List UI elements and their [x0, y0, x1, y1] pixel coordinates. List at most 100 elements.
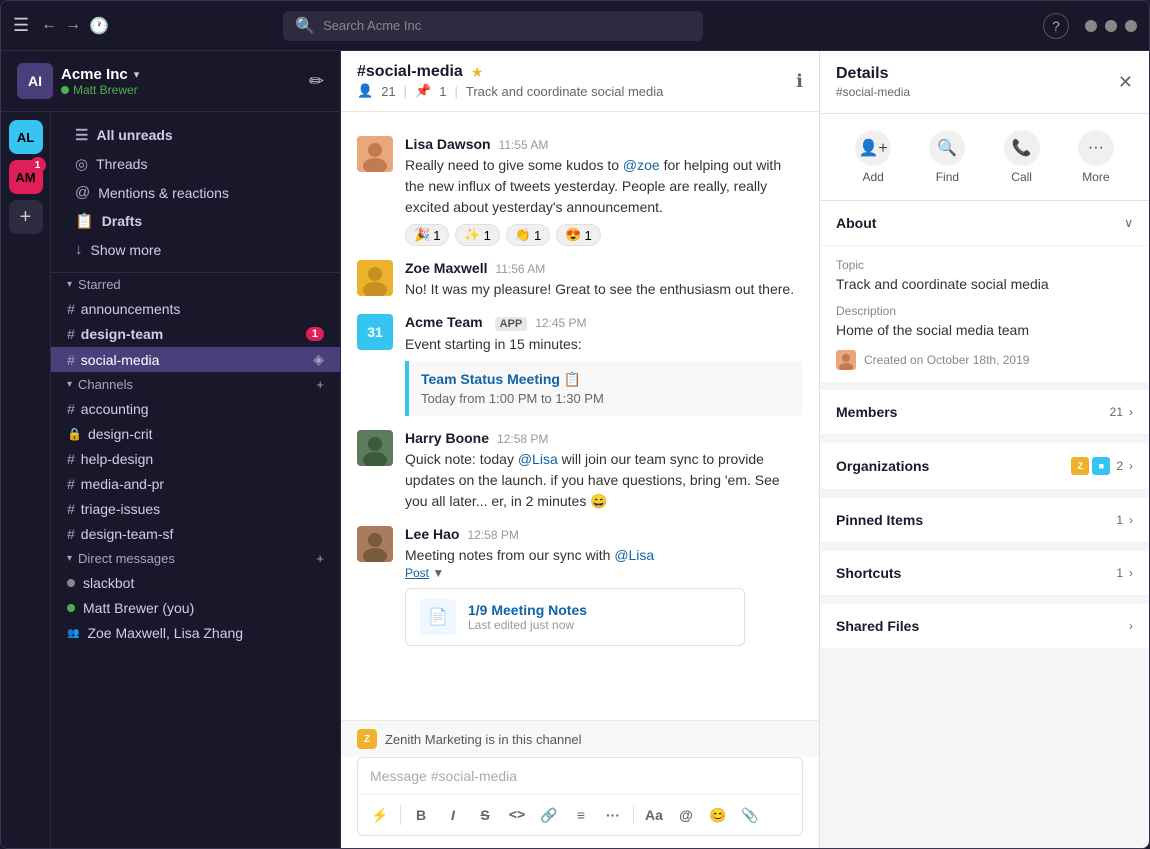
message-item: Harry Boone 12:58 PM Quick note: today @… [341, 424, 819, 518]
help-button[interactable]: ? [1043, 13, 1069, 39]
channel-item-triage-issues[interactable]: # triage-issues [51, 497, 340, 521]
add-dm-button[interactable]: + [316, 551, 324, 566]
find-button[interactable]: 🔍 Find [929, 130, 965, 184]
event-link[interactable]: Team Status Meeting 📋 [421, 371, 581, 387]
add-workspace-button[interactable]: + [9, 200, 43, 234]
add-channel-button[interactable]: + [316, 377, 324, 392]
call-button[interactable]: 📞 Call [1004, 130, 1040, 184]
dm-item-matt[interactable]: Matt Brewer (you) [51, 596, 340, 620]
search-input[interactable] [323, 18, 691, 33]
bold-button[interactable]: B [407, 801, 435, 829]
link-button[interactable]: 🔗 [535, 801, 563, 829]
about-section-header[interactable]: About ∨ [820, 201, 1149, 246]
message-author: Lee Hao [405, 526, 459, 542]
mentions-label: Mentions & reactions [98, 185, 229, 201]
strikethrough-button[interactable]: S [471, 801, 499, 829]
main-layout: AI Acme Inc ▾ Matt Brewer ✏ [1, 51, 1149, 848]
text-style-button[interactable]: Aa [640, 801, 668, 829]
dm-label: Zoe Maxwell, Lisa Zhang [87, 625, 243, 641]
topic-label: Topic [836, 258, 1133, 272]
workspace-avatar-al[interactable]: AL [9, 120, 43, 154]
message-text: Really need to give some kudos to @zoe f… [405, 155, 803, 218]
channel-item-design-team[interactable]: # design-team 1 [51, 322, 340, 346]
search-bar[interactable]: 🔍 [283, 11, 703, 41]
more-actions-button[interactable]: ··· More [1078, 130, 1114, 184]
call-icon: 📞 [1004, 130, 1040, 166]
post-link[interactable]: Post [405, 566, 429, 580]
dm-item-zoe-lisa[interactable]: 👥 Zoe Maxwell, Lisa Zhang [51, 621, 340, 645]
sidebar-item-mentions[interactable]: @ Mentions & reactions [59, 179, 332, 206]
italic-button[interactable]: I [439, 801, 467, 829]
more-formatting-button[interactable]: ··· [599, 801, 627, 829]
separator: | [454, 84, 457, 99]
message-author: Zoe Maxwell [405, 260, 487, 276]
reaction-button[interactable]: 🎉 1 [405, 224, 449, 246]
message-author: Harry Boone [405, 430, 489, 446]
edit-button[interactable]: ✏ [309, 71, 324, 92]
close-button[interactable]: ✕ [1125, 20, 1137, 32]
organizations-section: Organizations Z ■ 2 › [820, 443, 1149, 490]
add-member-button[interactable]: 👤+ Add [855, 130, 891, 184]
dm-item-slackbot[interactable]: slackbot [51, 571, 340, 595]
message-content: Zoe Maxwell 11:56 AM No! It was my pleas… [405, 260, 803, 300]
sidebar-item-threads[interactable]: ◎ Threads [59, 150, 332, 178]
channels-section-header[interactable]: ▾ Channels + [51, 373, 340, 396]
close-details-button[interactable]: ✕ [1118, 72, 1133, 93]
chat-header: #social-media ★ 👤 21 | 📌 1 | Track and c… [341, 51, 819, 112]
organizations-section-header[interactable]: Organizations Z ■ 2 › [820, 443, 1149, 490]
history-button[interactable]: 🕐 [89, 16, 109, 36]
channel-label: design-team-sf [81, 526, 174, 542]
info-button[interactable]: ℹ [796, 71, 803, 92]
status-dot-icon [61, 86, 69, 94]
channel-item-design-crit[interactable]: 🔒 design-crit [51, 422, 340, 446]
reaction-button[interactable]: 😍 1 [556, 224, 600, 246]
code-button[interactable]: <> [503, 801, 531, 829]
channel-item-social-media[interactable]: # social-media ◈ [51, 347, 340, 372]
sidebar-item-all-unreads[interactable]: ☰ All unreads [59, 121, 332, 149]
channel-label: triage-issues [81, 501, 160, 517]
back-button[interactable]: ← [41, 16, 57, 36]
channel-item-announcements[interactable]: # announcements [51, 297, 340, 321]
channel-item-media-and-pr[interactable]: # media-and-pr [51, 472, 340, 496]
members-title: Members [836, 404, 897, 420]
drafts-label: Drafts [102, 213, 142, 229]
organizations-title: Organizations [836, 458, 929, 474]
attach-button[interactable]: 📎 [736, 801, 764, 829]
emoji-button[interactable]: 😊 [704, 801, 732, 829]
channel-item-accounting[interactable]: # accounting [51, 397, 340, 421]
file-attachment[interactable]: 📄 1/9 Meeting Notes Last edited just now [405, 588, 745, 646]
dm-section-header[interactable]: ▾ Direct messages + [51, 547, 340, 570]
message-reactions: 🎉 1 ✨ 1 👏 1 😍 1 [405, 224, 803, 246]
event-attachment: Team Status Meeting 📋 Today from 1:00 PM… [405, 361, 803, 416]
star-icon[interactable]: ★ [471, 64, 484, 81]
channel-label: media-and-pr [81, 476, 164, 492]
minimize-button[interactable]: – [1085, 20, 1097, 32]
about-content: Topic Track and coordinate social media … [820, 246, 1149, 382]
members-section-header[interactable]: Members 21 › [820, 390, 1149, 435]
workspace-name[interactable]: Acme Inc [61, 66, 128, 83]
reaction-button[interactable]: ✨ 1 [455, 224, 499, 246]
maximize-button[interactable]: □ [1105, 20, 1117, 32]
channel-item-help-design[interactable]: # help-design [51, 447, 340, 471]
channel-item-design-team-sf[interactable]: # design-team-sf [51, 522, 340, 546]
hash-icon: # [67, 326, 75, 342]
mention: @zoe [623, 157, 660, 173]
message-item: Lee Hao 12:58 PM Meeting notes from our … [341, 520, 819, 652]
shortcuts-header[interactable]: Shortcuts 1 › [820, 551, 1149, 596]
forward-button[interactable]: → [65, 16, 81, 36]
sidebar-item-show-more[interactable]: ↓ Show more [59, 236, 332, 263]
shared-files-header[interactable]: Shared Files › [820, 604, 1149, 649]
mention-button[interactable]: @ [672, 801, 700, 829]
reaction-button[interactable]: 👏 1 [506, 224, 550, 246]
list-button[interactable]: ≡ [567, 801, 595, 829]
workspace-avatar-am[interactable]: AM 1 [9, 160, 43, 194]
menu-icon[interactable]: ☰ [13, 15, 29, 36]
lightning-button[interactable]: ⚡ [366, 801, 394, 829]
message-text: No! It was my pleasure! Great to see the… [405, 279, 803, 300]
sidebar-item-drafts[interactable]: 📋 Drafts [59, 207, 332, 235]
pinned-items-header[interactable]: Pinned Items 1 › [820, 498, 1149, 543]
starred-section-header[interactable]: ▾ Starred [51, 273, 340, 296]
all-unreads-icon: ☰ [75, 126, 88, 144]
shared-files-section: Shared Files › [820, 604, 1149, 649]
message-input[interactable] [358, 758, 802, 794]
